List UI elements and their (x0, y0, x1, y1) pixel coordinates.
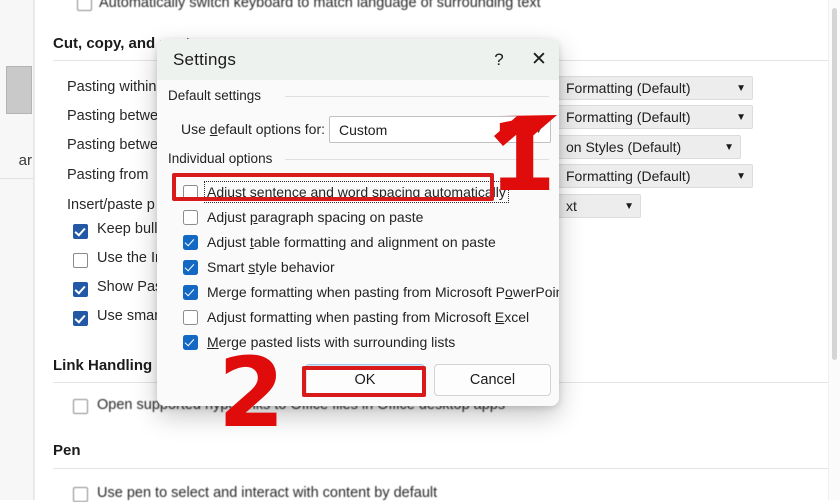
dropdown-insert-paste-pictures[interactable]: xt ▼ (557, 194, 641, 218)
dropdown-value-pasting-within: Formatting (Default) (566, 80, 691, 96)
ok-button[interactable]: OK (305, 364, 425, 396)
option-smart-style-behavior[interactable]: Smart style behavior (183, 259, 335, 275)
help-icon[interactable]: ? (479, 39, 519, 80)
label-use-pen-select: Use pen to select and interact with cont… (97, 485, 438, 501)
chevron-down-icon: ▼ (624, 200, 634, 212)
label-pasting-within: Pasting within (67, 79, 157, 95)
checkbox-auto-switch-keyboard[interactable] (77, 0, 92, 11)
label-pasting-between-1: Pasting betwe (67, 108, 159, 124)
checkbox-show-paste-options[interactable] (73, 282, 88, 297)
option-adjust-table-formatting[interactable]: Adjust table formatting and alignment on… (183, 234, 496, 250)
dropdown-pasting-between-1[interactable]: Formatting (Default) ▼ (557, 105, 753, 129)
label-adjust-sentence-word-spacing: Adjust sentence and word spacing automat… (204, 181, 509, 203)
dropdown-pasting-within[interactable]: Formatting (Default) ▼ (557, 76, 753, 100)
option-adjust-paragraph-spacing[interactable]: Adjust paragraph spacing on paste (183, 209, 423, 225)
checkbox-adjust-sentence-word-spacing[interactable] (183, 184, 198, 200)
checkbox-adjust-paragraph-spacing[interactable] (183, 209, 198, 225)
checkbox-open-hyperlinks-desktop[interactable] (73, 399, 88, 414)
checkbox-adjust-formatting-excel[interactable] (183, 309, 198, 325)
dialog-title-buttons: ? ✕ (479, 39, 559, 80)
checkbox-use-smart-cut-paste[interactable] (73, 311, 88, 326)
label-auto-switch-keyboard: Automatically switch keyboard to match l… (99, 0, 541, 11)
label-pasting-from: Pasting from (67, 167, 149, 183)
label-merge-formatting-powerpoint: Merge formatting when pasting from Micro… (207, 284, 559, 300)
rail-partial-label: ar (18, 152, 32, 169)
label-use-insert-key: Use the In (97, 250, 164, 266)
left-navigation-rail: ar (0, 0, 34, 500)
dropdown-value-pasting-between-2: on Styles (Default) (566, 139, 682, 155)
dropdown-value-pasting-from: Formatting (Default) (566, 168, 691, 184)
checkbox-adjust-table-formatting[interactable] (183, 234, 198, 250)
label-insert-paste-pictures: Insert/paste p (67, 197, 155, 213)
checkbox-keep-bullets[interactable] (73, 224, 88, 239)
label-use-smart-cut-paste: Use smart (97, 308, 164, 324)
rail-divider (0, 178, 34, 179)
page-scrollbar-thumb[interactable] (832, 8, 837, 360)
label-smart-style-behavior: Smart style behavior (207, 259, 335, 275)
rule-pen (53, 468, 833, 469)
label-use-default-options-for: Use default options for: (181, 121, 325, 137)
chevron-down-icon: ▼ (736, 111, 746, 123)
dropdown-pasting-from[interactable]: Formatting (Default) ▼ (557, 164, 753, 188)
chevron-down-icon: ▼ (736, 170, 746, 182)
checkbox-smart-style-behavior[interactable] (183, 259, 198, 275)
dialog-title: Settings (173, 49, 237, 69)
label-adjust-paragraph-spacing: Adjust paragraph spacing on paste (207, 209, 424, 225)
label-pasting-between-2: Pasting betwe (67, 137, 159, 153)
heading-link-handling: Link Handling (53, 357, 153, 374)
option-merge-formatting-powerpoint[interactable]: Merge formatting when pasting from Micro… (183, 284, 559, 300)
page-scrollbar-track[interactable] (828, 0, 840, 500)
rail-scroll-thumb[interactable] (6, 66, 32, 114)
dropdown-value-insert-paste-pictures: xt (566, 198, 577, 214)
checkbox-use-insert-key[interactable] (73, 253, 88, 268)
option-adjust-sentence-word-spacing[interactable]: Adjust sentence and word spacing automat… (183, 181, 509, 203)
dialog-title-bar: Settings ? ✕ (157, 39, 559, 80)
option-adjust-formatting-excel[interactable]: Adjust formatting when pasting from Micr… (183, 309, 529, 325)
label-adjust-formatting-excel: Adjust formatting when pasting from Micr… (207, 309, 530, 325)
checkbox-merge-pasted-lists[interactable] (183, 334, 198, 350)
label-adjust-table-formatting: Adjust table formatting and alignment on… (207, 234, 496, 250)
group-label-default-settings: Default settings (168, 88, 269, 103)
label-show-paste-options: Show Past (97, 279, 167, 295)
select-default-options-value: Custom (339, 121, 388, 138)
cancel-button[interactable]: Cancel (434, 364, 551, 396)
heading-pen: Pen (53, 442, 81, 459)
annotation-step-1: 1 (489, 101, 556, 213)
chevron-down-icon: ▼ (724, 141, 734, 153)
chevron-down-icon: ▼ (736, 82, 746, 94)
close-icon[interactable]: ✕ (519, 39, 559, 80)
group-rule-default-settings (285, 96, 549, 97)
dropdown-value-pasting-between-1: Formatting (Default) (566, 109, 691, 125)
dropdown-pasting-between-2[interactable]: on Styles (Default) ▼ (557, 135, 741, 159)
annotation-step-2: 2 (218, 337, 285, 449)
checkbox-merge-formatting-powerpoint[interactable] (183, 284, 198, 300)
group-label-individual-options: Individual options (168, 151, 280, 166)
label-keep-bullets: Keep bulle (97, 221, 166, 237)
